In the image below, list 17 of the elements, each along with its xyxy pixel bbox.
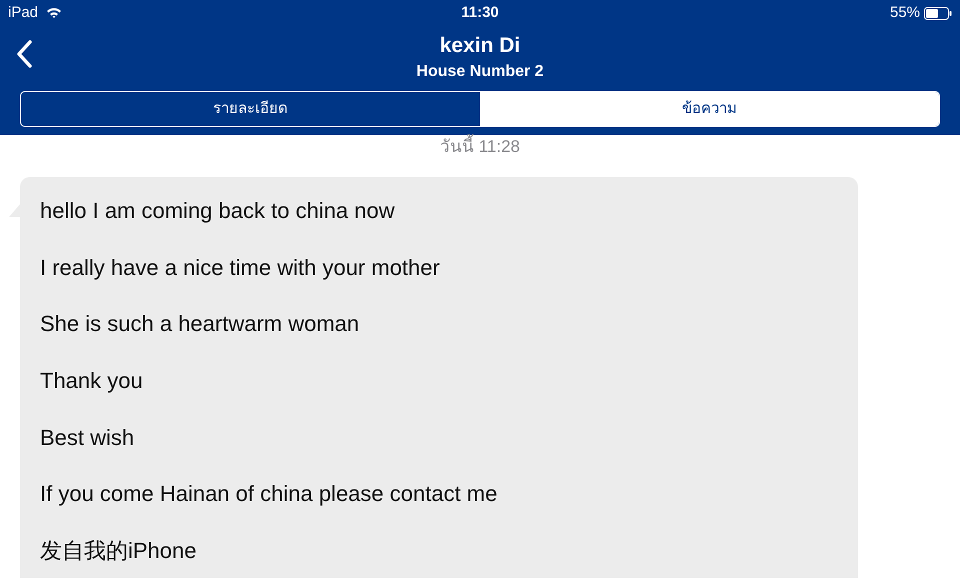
battery-icon (924, 6, 952, 20)
message-line: If you come Hainan of china please contact me (40, 481, 498, 506)
message-line: Best wish (40, 424, 134, 450)
segment-tab[interactable]: ข้อความ (480, 92, 939, 126)
message-line: Thank you (40, 368, 143, 394)
clock-time: 11:30 (461, 2, 499, 23)
message-line: 发自我的iPhone (40, 538, 197, 564)
house-subtitle: House Number 2 (416, 62, 544, 82)
contact-name: kexin Di (440, 34, 520, 57)
battery-percent: 55% (890, 2, 920, 23)
wifi-icon (46, 7, 62, 19)
device-name: iPad (8, 2, 38, 23)
segment-tab[interactable]: รายละเอียด (21, 92, 480, 126)
message-line: I really have a nice time with your mother (40, 254, 440, 280)
message-line: She is such a heartwarm woman (40, 311, 360, 336)
message-line: hello I am coming back to china now (40, 198, 395, 223)
back-icon[interactable] (14, 40, 34, 68)
